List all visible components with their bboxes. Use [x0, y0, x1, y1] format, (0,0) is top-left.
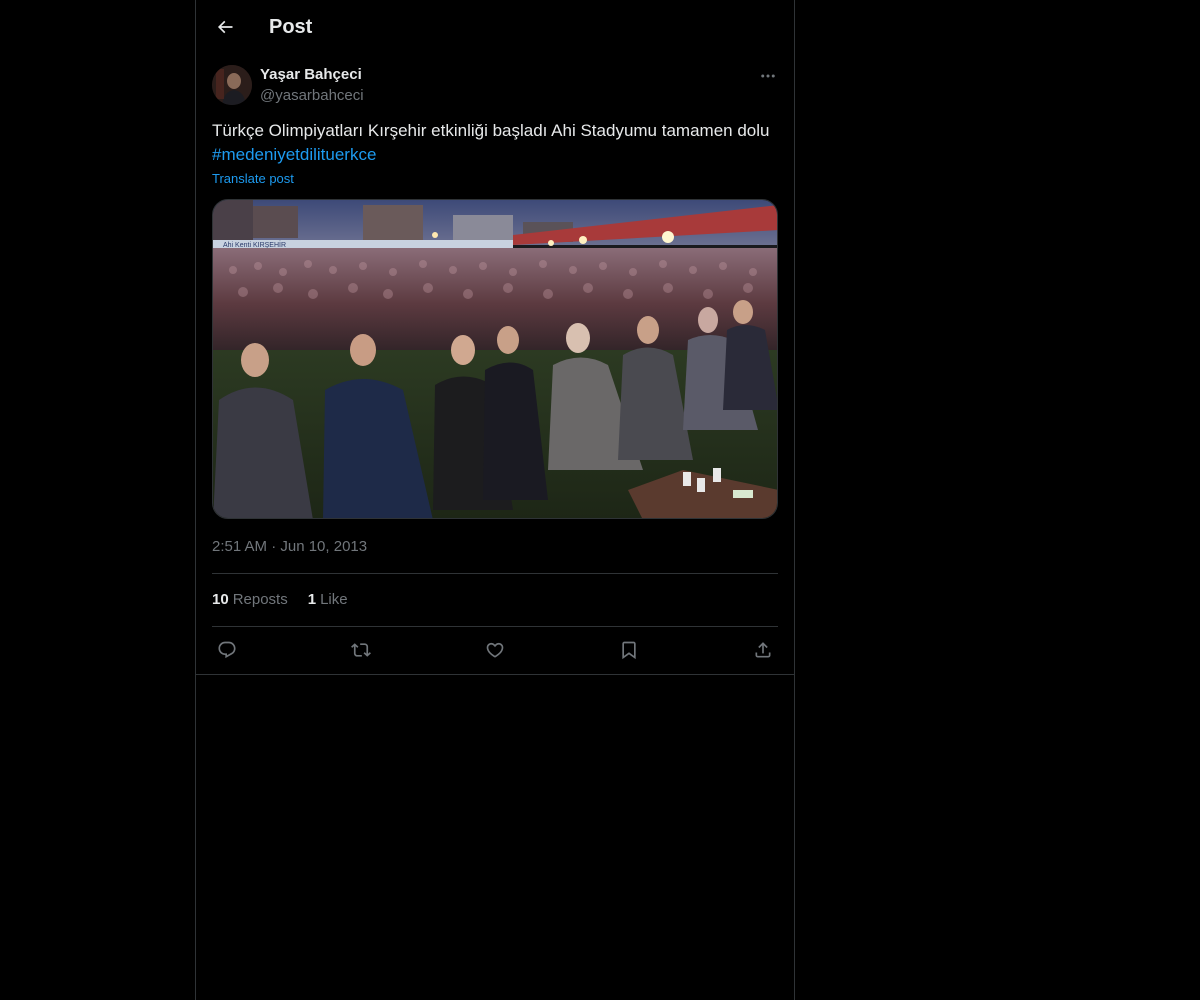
- likes-stat[interactable]: 1 Like: [308, 590, 348, 610]
- divider-top: [212, 573, 778, 574]
- likes-label: Like: [320, 591, 348, 608]
- reposts-count: 10: [212, 591, 229, 608]
- main-column: Post Yaşar Bahçeci @yasarbahceci Türkçe …: [195, 0, 795, 1000]
- post-text: Türkçe Olimpiyatları Kırşehir etkinliği …: [212, 119, 778, 167]
- stadium-crowd-photo: Ahi Kenti KIRŞEHİR: [213, 200, 777, 518]
- repost-icon: [351, 643, 371, 657]
- divider-bottom: [212, 626, 778, 627]
- stadium-banner: Ahi Kenti KIRŞEHİR: [223, 240, 286, 249]
- translate-post-link[interactable]: Translate post: [212, 171, 294, 187]
- share-button[interactable]: [748, 636, 778, 664]
- like-icon: [486, 642, 504, 658]
- engagement-stats: 10 Reposts 1 Like: [212, 590, 348, 610]
- post-body-text: Türkçe Olimpiyatları Kırşehir etkinliği …: [212, 121, 770, 140]
- author-handle[interactable]: @yasarbahceci: [260, 86, 364, 106]
- page-title: Post: [269, 16, 313, 38]
- likes-count: 1: [307, 591, 317, 608]
- avatar[interactable]: [212, 65, 252, 105]
- reply-icon: [218, 641, 236, 659]
- more-options-button[interactable]: [756, 64, 780, 88]
- top-bar: Post: [196, 0, 794, 53]
- post-timestamp[interactable]: 2:51 AM · Jun 10, 2013: [212, 537, 367, 557]
- reply-button[interactable]: [212, 636, 242, 664]
- bookmark-icon: [622, 641, 636, 660]
- post-image[interactable]: Ahi Kenti KIRŞEHİR: [212, 199, 778, 519]
- repost-button[interactable]: [346, 636, 376, 664]
- post-bottom-divider: [196, 674, 794, 675]
- author-name[interactable]: Yaşar Bahçeci: [260, 65, 362, 85]
- action-bar: [212, 636, 778, 664]
- reposts-stat[interactable]: 10 Reposts: [212, 590, 288, 610]
- hashtag-link[interactable]: #medeniyetdilituerkce: [212, 145, 376, 164]
- back-button[interactable]: [208, 10, 242, 44]
- arrow-left-icon: [217, 20, 233, 34]
- share-icon: [755, 642, 771, 658]
- bookmark-button[interactable]: [614, 636, 644, 664]
- more-horizontal-icon: [761, 74, 775, 78]
- avatar-image: [212, 65, 252, 105]
- like-button[interactable]: [480, 636, 510, 664]
- reposts-label: Reposts: [232, 591, 288, 608]
